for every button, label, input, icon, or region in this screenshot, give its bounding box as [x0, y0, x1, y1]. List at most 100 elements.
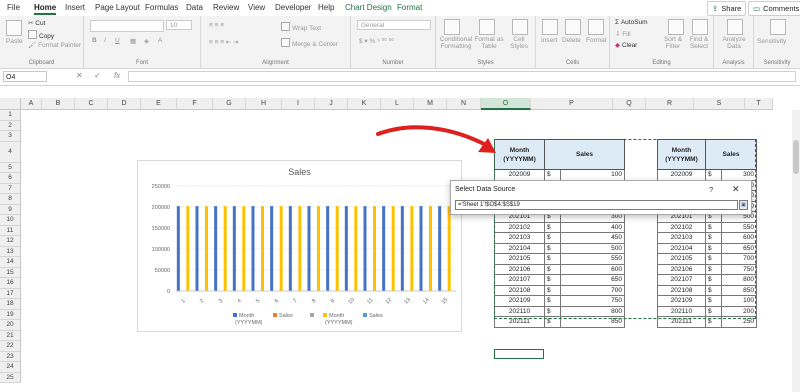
- column-header-h[interactable]: H: [246, 98, 282, 110]
- row-header-10[interactable]: 10: [0, 215, 21, 226]
- sort-filter-button[interactable]: Sort & Filter: [660, 36, 686, 50]
- italic-button[interactable]: I: [104, 37, 106, 44]
- row-header-9[interactable]: 9: [0, 204, 21, 215]
- row-header-17[interactable]: 17: [0, 288, 21, 299]
- font-size-select[interactable]: 10: [166, 20, 192, 30]
- left-align-icon[interactable]: ≡ ≡ ≡ ⇤ ⇥: [209, 38, 239, 46]
- select-all-corner[interactable]: [0, 98, 21, 110]
- bold-button[interactable]: B: [92, 37, 97, 44]
- row-header-13[interactable]: 13: [0, 246, 21, 257]
- column-header-o[interactable]: O: [481, 98, 531, 110]
- sensitivity-button[interactable]: Sensitivity: [757, 38, 786, 45]
- row-header-8[interactable]: 8: [0, 194, 21, 205]
- collapse-dialog-icon[interactable]: ▣: [739, 200, 748, 210]
- fill-color-icon[interactable]: ◈: [144, 37, 149, 45]
- copy-button[interactable]: Copy: [28, 30, 54, 40]
- column-header-d[interactable]: D: [108, 98, 141, 110]
- paste-button[interactable]: Paste: [6, 38, 23, 45]
- menu-data[interactable]: Data: [186, 3, 203, 12]
- menu-page-layout[interactable]: Page Layout: [95, 3, 140, 12]
- row-header-21[interactable]: 21: [0, 330, 21, 341]
- insert-function-button[interactable]: fx: [114, 71, 120, 80]
- data-range-input[interactable]: ='Sheet 1'!$O$4:$S$19: [455, 200, 738, 210]
- analyze-data-button[interactable]: Analyze Data: [717, 36, 751, 50]
- row-header-19[interactable]: 19: [0, 309, 21, 320]
- column-header-i[interactable]: I: [282, 98, 315, 110]
- row-header-7[interactable]: 7: [0, 183, 21, 194]
- column-header-p[interactable]: P: [531, 98, 613, 110]
- menu-format[interactable]: Format: [397, 3, 422, 12]
- column-header-e[interactable]: E: [141, 98, 177, 110]
- formula-input[interactable]: [128, 71, 796, 82]
- cell-styles-button[interactable]: Cell Styles: [506, 36, 532, 50]
- row-header-4[interactable]: 4: [0, 141, 21, 163]
- row-header-16[interactable]: 16: [0, 278, 21, 289]
- menu-home[interactable]: Home: [34, 3, 57, 15]
- row-header-18[interactable]: 18: [0, 299, 21, 310]
- format-button[interactable]: Format: [586, 37, 607, 44]
- menu-insert[interactable]: Insert: [65, 3, 85, 12]
- underline-button[interactable]: U: [115, 37, 120, 44]
- column-header-f[interactable]: F: [177, 98, 213, 110]
- column-header-r[interactable]: R: [646, 98, 694, 110]
- column-header-q[interactable]: Q: [613, 98, 646, 110]
- currency-icon[interactable]: $ ▾ % ⁹ ⁰⁰ ⁰⁰: [359, 37, 394, 45]
- enter-icon[interactable]: ✓: [94, 71, 101, 80]
- menu-formulas[interactable]: Formulas: [145, 3, 178, 12]
- help-icon[interactable]: ?: [709, 185, 713, 194]
- format-table-button[interactable]: Format as Table: [474, 36, 504, 50]
- font-name-select[interactable]: [90, 20, 164, 32]
- menu-view[interactable]: View: [248, 3, 265, 12]
- column-header-s[interactable]: S: [694, 98, 745, 110]
- column-header-j[interactable]: J: [315, 98, 348, 110]
- column-header-g[interactable]: G: [213, 98, 246, 110]
- menu-developer[interactable]: Developer: [275, 3, 311, 12]
- row-header-23[interactable]: 23: [0, 351, 21, 362]
- column-header-l[interactable]: L: [381, 98, 414, 110]
- clear-button[interactable]: ◆ Clear: [615, 41, 637, 49]
- chart[interactable]: Sales 0 50000 100000 150000 200000 250000 1 2 3 4…: [137, 160, 462, 332]
- conditional-formatting-button[interactable]: Conditional Formatting: [439, 36, 473, 50]
- top-align-icon[interactable]: ≡ ≡ ≡: [209, 22, 224, 29]
- row-header-25[interactable]: 25: [0, 372, 21, 383]
- font-color-icon[interactable]: A: [158, 37, 162, 44]
- close-icon[interactable]: ✕: [732, 184, 740, 195]
- row-header-1[interactable]: 1: [0, 110, 21, 121]
- column-header-k[interactable]: K: [348, 98, 381, 110]
- autosum-button[interactable]: Σ AutoSum: [615, 19, 648, 26]
- row-header-2[interactable]: 2: [0, 120, 21, 131]
- row-header-5[interactable]: 5: [0, 162, 21, 173]
- row-header-14[interactable]: 14: [0, 257, 21, 268]
- row-header-22[interactable]: 22: [0, 341, 21, 352]
- menu-help[interactable]: Help: [318, 3, 334, 12]
- menu-chart-design[interactable]: Chart Design: [345, 3, 392, 12]
- delete-button[interactable]: Delete: [562, 37, 581, 44]
- wrap-text-button[interactable]: Wrap Text: [281, 22, 321, 32]
- menu-file[interactable]: File: [7, 3, 20, 12]
- column-header-c[interactable]: C: [75, 98, 108, 110]
- row-header-24[interactable]: 24: [0, 362, 21, 373]
- column-header-t[interactable]: T: [745, 98, 773, 110]
- fill-button[interactable]: ⇩ Fill: [615, 30, 631, 38]
- column-header-n[interactable]: N: [447, 98, 481, 110]
- number-format-select[interactable]: General: [357, 20, 431, 30]
- row-header-3[interactable]: 3: [0, 131, 21, 142]
- column-header-m[interactable]: M: [414, 98, 447, 110]
- column-header-b[interactable]: B: [42, 98, 75, 110]
- active-cell[interactable]: [494, 349, 544, 359]
- row-header-12[interactable]: 12: [0, 236, 21, 247]
- name-box[interactable]: O4: [3, 71, 47, 82]
- comments-button[interactable]: ▭ Comments: [748, 1, 800, 16]
- row-header-11[interactable]: 11: [0, 225, 21, 236]
- scrollbar-thumb[interactable]: [793, 140, 799, 174]
- row-header-20[interactable]: 20: [0, 320, 21, 331]
- merge-center-button[interactable]: Merge & Center: [281, 38, 338, 48]
- cut-button[interactable]: ✂ Cut: [28, 19, 45, 27]
- cancel-icon[interactable]: ✕: [76, 71, 83, 80]
- format-painter-button[interactable]: 🖌 Format Painter: [28, 41, 81, 49]
- find-select-button[interactable]: Find & Select: [686, 36, 712, 50]
- menu-review[interactable]: Review: [213, 3, 239, 12]
- row-header-15[interactable]: 15: [0, 267, 21, 278]
- column-header-a[interactable]: A: [21, 98, 42, 110]
- borders-icon[interactable]: ▦: [130, 37, 136, 45]
